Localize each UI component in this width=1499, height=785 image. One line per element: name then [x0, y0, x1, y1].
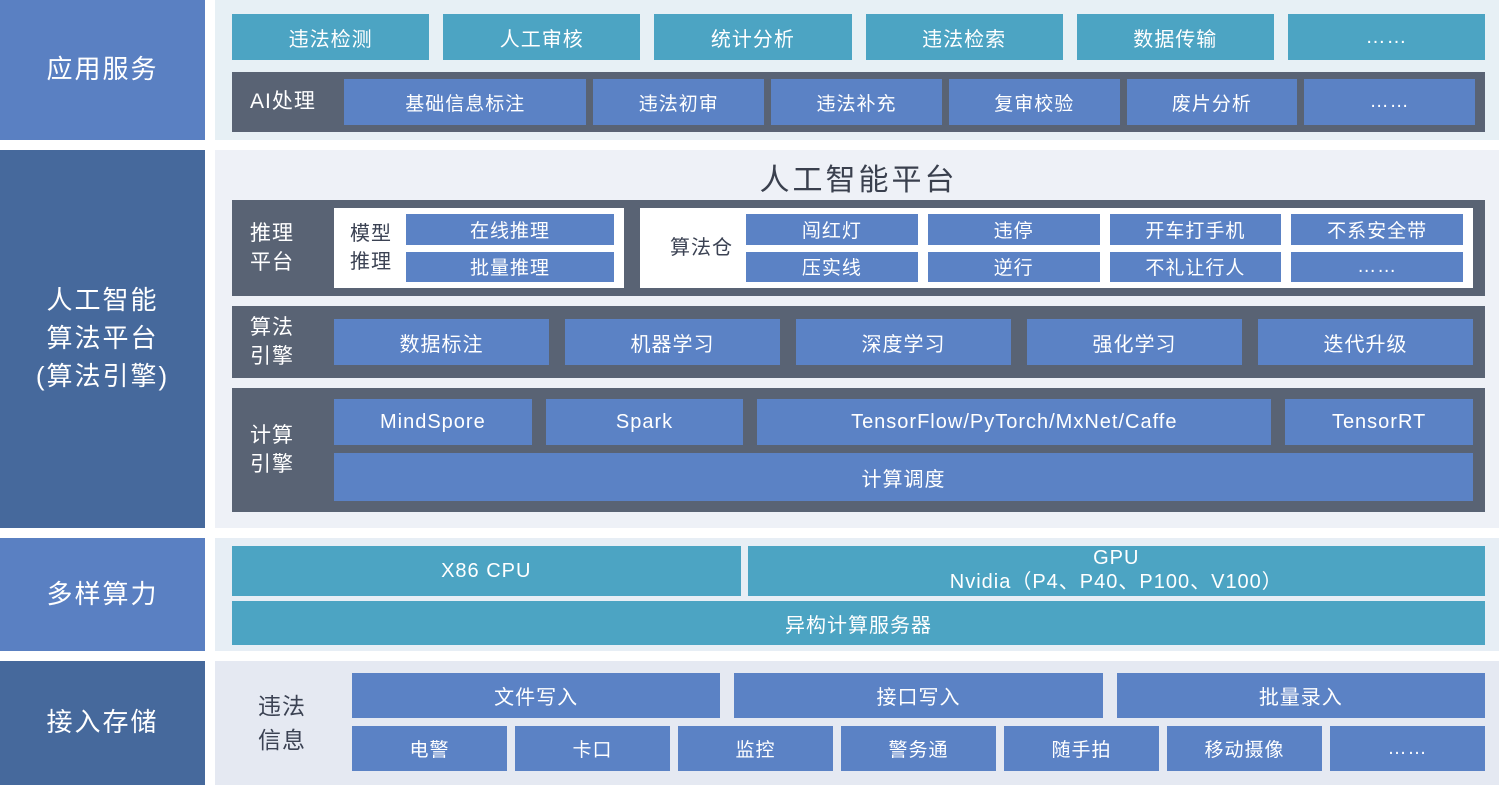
algorithm-chip: 不礼让行人 [1110, 252, 1282, 283]
engine-chip: 数据标注 [334, 319, 549, 365]
algorithm-chip: 开车打手机 [1110, 214, 1282, 245]
algorithm-store-grid: 闯红灯 违停 开车打手机 不系安全带 压实线 逆行 不礼让行人 …… [746, 214, 1463, 282]
inference-chip: 批量推理 [406, 252, 614, 283]
source-chip: 移动摄像 [1167, 726, 1322, 771]
write-mode-chip: 接口写入 [734, 673, 1102, 718]
source-chip: 电警 [352, 726, 507, 771]
algorithm-chip: 压实线 [746, 252, 918, 283]
ai-process-chip: 复审校验 [949, 79, 1120, 125]
violation-info-label: 违法 信息 [232, 673, 352, 773]
compute-engine-label: 计算 引擎 [232, 421, 334, 480]
side-label-text: 接入存储 [46, 704, 158, 742]
side-label-line: 人工智能 [46, 282, 158, 320]
side-label-computing-power: 多样算力 [0, 538, 205, 651]
ai-platform-title: 人工智能平台 [232, 154, 1485, 200]
side-label-access-storage: 接入存储 [0, 661, 205, 785]
engine-chip: 强化学习 [1027, 319, 1242, 365]
panel-access-storage: 违法 信息 文件写入 接口写入 批量录入 电警 卡口 监控 警务通 随手拍 移动… [215, 661, 1499, 785]
model-inference-box: 模型 推理 在线推理 批量推理 [334, 208, 624, 288]
algo-engine-label: 算法 引擎 [232, 313, 334, 372]
ai-process-chip: 废片分析 [1127, 79, 1298, 125]
algorithm-chip: 不系安全带 [1291, 214, 1463, 245]
side-label-line: 算法平台 [46, 320, 158, 358]
app-service-chip: 人工审核 [443, 14, 640, 60]
app-service-chip: …… [1288, 14, 1485, 60]
side-label-text: 应用服务 [46, 51, 158, 89]
algorithm-chip: 逆行 [928, 252, 1100, 283]
compute-chip: TensorRT [1285, 399, 1473, 445]
architecture-diagram: 应用服务 违法检测 人工审核 统计分析 违法检索 数据传输 …… AI处理 基础… [0, 0, 1499, 785]
storage-chips: 文件写入 接口写入 批量录入 电警 卡口 监控 警务通 随手拍 移动摄像 …… [352, 673, 1485, 773]
ai-process-chips: 基础信息标注 违法初审 违法补充 复审校验 废片分析 …… [344, 79, 1475, 125]
compute-chip: Spark [546, 399, 744, 445]
band-app-services: 应用服务 违法检测 人工审核 统计分析 违法检索 数据传输 …… AI处理 基础… [0, 0, 1499, 140]
engine-chip: 深度学习 [796, 319, 1011, 365]
ai-process-chip: 违法初审 [593, 79, 764, 125]
write-modes-row: 文件写入 接口写入 批量录入 [352, 673, 1485, 718]
model-inference-label: 模型 推理 [344, 220, 406, 276]
band-access-storage: 接入存储 违法 信息 文件写入 接口写入 批量录入 电警 卡口 监控 警务通 随… [0, 661, 1499, 785]
heterogeneous-server-bar: 异构计算服务器 [232, 601, 1485, 645]
algorithm-store-label: 算法仓 [650, 234, 746, 262]
algorithm-store-box: 算法仓 闯红灯 违停 开车打手机 不系安全带 压实线 逆行 不礼让行人 …… [640, 208, 1473, 288]
app-service-chip: 数据传输 [1077, 14, 1274, 60]
source-chip: …… [1330, 726, 1485, 771]
panel-ai-platform: 人工智能平台 推理 平台 模型 推理 在线推理 批量推理 [215, 150, 1499, 528]
ai-process-bar-label: AI处理 [232, 87, 344, 116]
source-chip: 监控 [678, 726, 833, 771]
compute-scheduler-chip: 计算调度 [334, 453, 1473, 501]
inference-platform-label: 推理 平台 [232, 219, 334, 278]
side-label-ai-platform: 人工智能 算法平台 (算法引擎) [0, 150, 205, 528]
app-service-chip: 违法检索 [866, 14, 1063, 60]
cpu-chip: X86 CPU [232, 546, 741, 596]
engine-chip: 机器学习 [565, 319, 780, 365]
sources-row: 电警 卡口 监控 警务通 随手拍 移动摄像 …… [352, 726, 1485, 771]
panel-app-services: 违法检测 人工审核 统计分析 违法检索 数据传输 …… AI处理 基础信息标注 … [215, 0, 1499, 140]
algo-engine-chips: 数据标注 机器学习 深度学习 强化学习 迭代升级 [334, 319, 1473, 365]
compute-engine-chips: MindSpore Spark TensorFlow/PyTorch/MxNet… [334, 399, 1473, 501]
source-chip: 卡口 [515, 726, 670, 771]
algorithm-chip: …… [1291, 252, 1463, 283]
algorithm-chip: 违停 [928, 214, 1100, 245]
gpu-chip: GPU Nvidia（P4、P40、P100、V100） [748, 546, 1485, 596]
source-chip: 随手拍 [1004, 726, 1159, 771]
inference-chip: 在线推理 [406, 214, 614, 245]
inference-platform-bar: 推理 平台 模型 推理 在线推理 批量推理 算法仓 [232, 200, 1485, 296]
write-mode-chip: 文件写入 [352, 673, 720, 718]
hardware-row: X86 CPU GPU Nvidia（P4、P40、P100、V100） [232, 546, 1485, 596]
compute-chip: TensorFlow/PyTorch/MxNet/Caffe [757, 399, 1271, 445]
band-ai-platform: 人工智能 算法平台 (算法引擎) 人工智能平台 推理 平台 模型 推理 在线推理 [0, 150, 1499, 528]
band-computing-power: 多样算力 X86 CPU GPU Nvidia（P4、P40、P100、V100… [0, 538, 1499, 651]
compute-chip: MindSpore [334, 399, 532, 445]
engine-chip: 迭代升级 [1258, 319, 1473, 365]
panel-computing-power: X86 CPU GPU Nvidia（P4、P40、P100、V100） 异构计… [215, 538, 1499, 651]
write-mode-chip: 批量录入 [1117, 673, 1485, 718]
side-label-text: 多样算力 [46, 576, 158, 614]
app-service-chip: 统计分析 [654, 14, 851, 60]
model-inference-chips: 在线推理 批量推理 [406, 214, 614, 282]
ai-process-chip: 违法补充 [771, 79, 942, 125]
ai-process-chip: …… [1304, 79, 1475, 125]
side-label-line: (算法引擎) [36, 358, 169, 396]
ai-process-bar: AI处理 基础信息标注 违法初审 违法补充 复审校验 废片分析 …… [232, 72, 1485, 132]
app-service-chip: 违法检测 [232, 14, 429, 60]
source-chip: 警务通 [841, 726, 996, 771]
algorithm-chip: 闯红灯 [746, 214, 918, 245]
algo-engine-bar: 算法 引擎 数据标注 机器学习 深度学习 强化学习 迭代升级 [232, 306, 1485, 378]
app-services-row: 违法检测 人工审核 统计分析 违法检索 数据传输 …… [232, 14, 1485, 60]
compute-engine-bar: 计算 引擎 MindSpore Spark TensorFlow/PyTorch… [232, 388, 1485, 512]
ai-process-chip: 基础信息标注 [344, 79, 586, 125]
side-label-app-services: 应用服务 [0, 0, 205, 140]
